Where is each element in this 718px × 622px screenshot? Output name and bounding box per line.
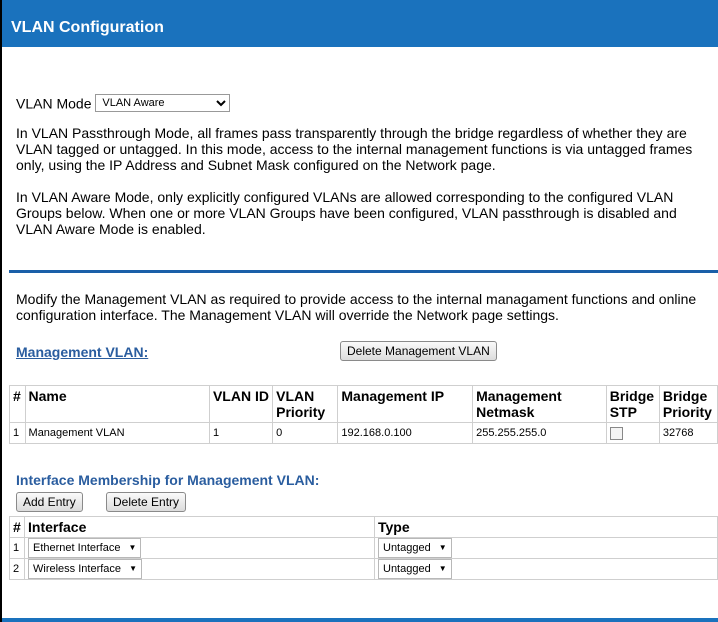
interface-cell: Wireless Interface ▼ xyxy=(24,558,375,580)
row-number: 1 xyxy=(9,537,25,559)
col-name-header: Name xyxy=(24,385,210,423)
table-header-row: # Interface Type xyxy=(9,516,718,538)
passthrough-description: In VLAN Passthrough Mode, all frames pas… xyxy=(16,125,693,173)
col-type-header: Type xyxy=(374,516,718,538)
section-divider xyxy=(9,270,718,273)
delete-entry-button[interactable]: Delete Entry xyxy=(106,492,187,512)
vlan-mode-row: VLAN Mode VLAN Aware xyxy=(16,94,231,113)
interface-select[interactable]: Wireless Interface ▼ xyxy=(28,559,143,579)
interface-select-value: Wireless Interface xyxy=(33,563,122,575)
management-vlan-table: # Name VLAN ID VLAN Priority Management … xyxy=(9,385,718,444)
management-ip-cell[interactable]: 192.168.0.100 xyxy=(337,422,474,444)
col-num-header: # xyxy=(9,516,25,538)
table-header-row: # Name VLAN ID VLAN Priority Management … xyxy=(9,385,718,423)
add-entry-button[interactable]: Add Entry xyxy=(16,492,83,512)
type-select-value: Untagged xyxy=(383,563,431,575)
vlan-id-cell[interactable]: 1 xyxy=(208,422,274,444)
type-select-value: Untagged xyxy=(383,542,431,554)
bridge-stp-checkbox[interactable] xyxy=(609,426,623,440)
type-cell: Untagged ▼ xyxy=(374,537,718,559)
management-vlan-link[interactable]: Management VLAN: xyxy=(16,344,148,360)
table-row[interactable]: 1 Management VLAN 1 0 192.168.0.100 255.… xyxy=(9,422,718,444)
type-select[interactable]: Untagged ▼ xyxy=(378,559,452,579)
chevron-down-icon: ▼ xyxy=(438,543,447,552)
bottom-section-bar xyxy=(2,618,718,622)
chevron-down-icon: ▼ xyxy=(438,564,447,573)
interface-select-value: Ethernet Interface xyxy=(33,542,121,554)
col-management-netmask-header: Management Netmask xyxy=(472,385,607,423)
vlan-mode-select[interactable]: VLAN Aware xyxy=(95,94,231,113)
type-select[interactable]: Untagged ▼ xyxy=(378,538,452,558)
col-num-header: # xyxy=(9,385,26,423)
table-row: 1 Ethernet Interface ▼ Untagged ▼ xyxy=(9,537,718,559)
interface-membership-table: # Interface Type 1 Ethernet Interface ▼ … xyxy=(9,516,718,580)
vlan-mode-label: VLAN Mode xyxy=(16,95,92,112)
chevron-down-icon: ▼ xyxy=(128,543,137,552)
type-cell: Untagged ▼ xyxy=(374,558,718,580)
col-management-ip-header: Management IP xyxy=(337,385,474,423)
row-number: 2 xyxy=(9,558,25,580)
col-vlan-priority-header: VLAN Priority xyxy=(272,385,339,423)
bridge-stp-cell xyxy=(605,422,660,444)
col-bridge-priority-header: Bridge Priority xyxy=(658,385,718,423)
chevron-down-icon: ▼ xyxy=(129,564,138,573)
interface-cell: Ethernet Interface ▼ xyxy=(24,537,375,559)
management-netmask-cell[interactable]: 255.255.255.0 xyxy=(472,422,607,444)
col-bridge-stp-header: Bridge STP xyxy=(605,385,660,423)
col-interface-header: Interface xyxy=(24,516,375,538)
delete-management-vlan-button[interactable]: Delete Management VLAN xyxy=(340,341,497,361)
table-row: 2 Wireless Interface ▼ Untagged ▼ xyxy=(9,558,718,580)
row-number: 1 xyxy=(9,422,26,444)
page-title: VLAN Configuration xyxy=(2,0,718,47)
management-description: Modify the Management VLAN as required t… xyxy=(16,291,697,323)
col-vlan-id-header: VLAN ID xyxy=(208,385,274,423)
bridge-priority-cell[interactable]: 32768 xyxy=(658,422,718,444)
interface-select[interactable]: Ethernet Interface ▼ xyxy=(28,538,142,558)
aware-description: In VLAN Aware Mode, only explicitly conf… xyxy=(16,189,677,237)
interface-membership-title: Interface Membership for Management VLAN… xyxy=(16,472,320,488)
vlan-priority-cell[interactable]: 0 xyxy=(272,422,339,444)
vlan-name-cell[interactable]: Management VLAN xyxy=(24,422,210,444)
